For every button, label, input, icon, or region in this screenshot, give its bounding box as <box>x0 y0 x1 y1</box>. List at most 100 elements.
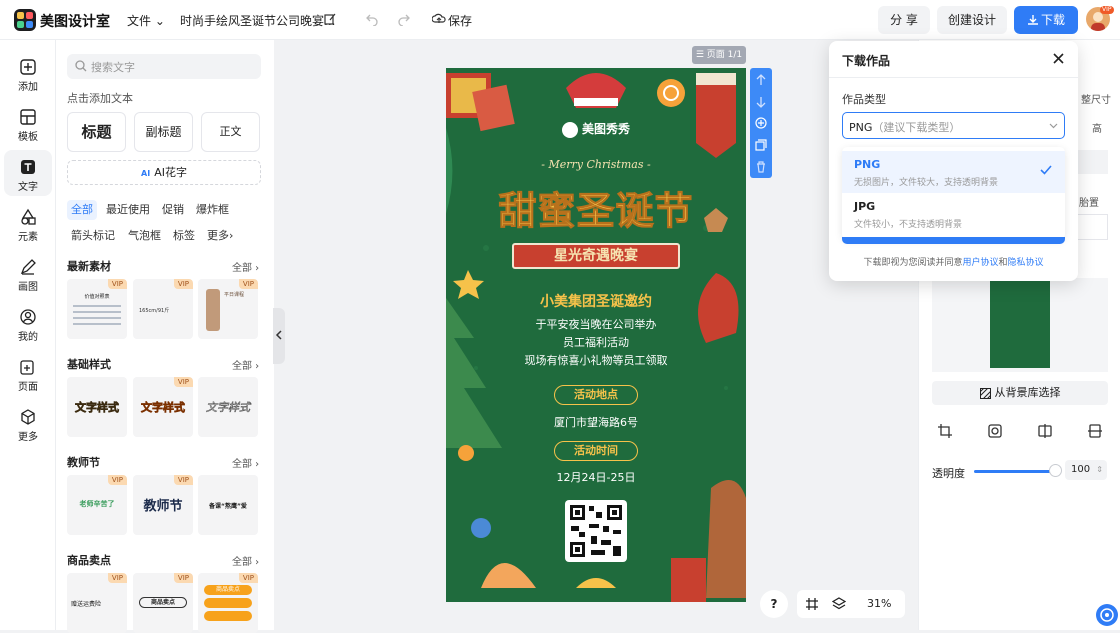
chip-recent[interactable]: 最近使用 <box>102 200 154 220</box>
create-design-button[interactable]: 创建设计 <box>937 6 1007 34</box>
ai-text-button[interactable]: AI AI花字 <box>67 160 261 185</box>
chip-all[interactable]: 全部 <box>67 200 97 220</box>
move-up-icon[interactable] <box>755 74 767 86</box>
rail-add[interactable]: 添加 <box>4 50 52 96</box>
edit-icon[interactable] <box>324 13 336 25</box>
style-thumb[interactable]: 文字样式 <box>67 377 127 437</box>
layers-icon[interactable] <box>832 597 846 611</box>
rail-template[interactable]: 模板 <box>4 100 52 146</box>
opacity-value: 100 <box>1071 464 1091 475</box>
undo-icon[interactable] <box>365 12 379 26</box>
rail-label: 我的 <box>18 332 38 343</box>
check-icon <box>1040 165 1052 175</box>
option-desc: 文件较小，不支持透明背景 <box>854 220 963 230</box>
download-button[interactable]: 下载 <box>1014 6 1078 34</box>
chip-promo[interactable]: 促销 <box>158 200 188 220</box>
style-thumb[interactable]: 文字样式 VIP <box>133 377 193 437</box>
material-thumb[interactable]: 价值对照表 VIP <box>67 279 127 339</box>
poster-line: 现场有惊喜小礼物等员工领取 <box>524 354 668 367</box>
agreement-and: 和 <box>998 258 1008 268</box>
hidden-field-partial[interactable] <box>1076 150 1108 174</box>
file-menu[interactable]: 文件 ⌄ <box>127 12 165 29</box>
move-down-icon[interactable] <box>755 96 767 108</box>
save-button[interactable]: 保存 <box>432 12 472 29</box>
rail-page[interactable]: 页面 <box>4 350 52 396</box>
add-title-button[interactable]: 标题 <box>67 112 126 152</box>
flip-vertical-icon[interactable] <box>1088 424 1102 438</box>
tool-rail: 添加 模板 文字 元素 画图 我的 页面 更多 <box>0 40 56 630</box>
poster-invite: 小美集团圣诞邀约 <box>540 294 652 310</box>
selling-point-thumb[interactable]: 商品卖点 VIP <box>198 573 258 633</box>
zoom-level[interactable]: 31% <box>867 597 891 610</box>
page-indicator-label: 页面 1/1 <box>706 50 743 60</box>
close-icon[interactable] <box>1053 53 1064 64</box>
poster-time: 12月24日-25日 <box>556 471 636 484</box>
delete-page-icon[interactable] <box>755 161 767 173</box>
add-page-icon <box>20 360 34 375</box>
add-text-hint: 点击添加文本 <box>67 92 133 105</box>
style-thumb[interactable]: 文字样式 <box>198 377 258 437</box>
user-agreement-link[interactable]: 用户协议 <box>962 258 998 268</box>
assistant-button[interactable] <box>1096 604 1118 626</box>
rail-mine[interactable]: 我的 <box>4 300 52 346</box>
poster-ribbon: 星光奇遇晚宴 <box>512 243 680 269</box>
flip-horizontal-icon[interactable] <box>1038 424 1052 438</box>
material-thumb[interactable]: 平日课程 VIP <box>198 279 258 339</box>
hidden-input-partial[interactable] <box>1076 214 1108 240</box>
add-subtitle-button[interactable]: 副标题 <box>134 112 193 152</box>
rail-more[interactable]: 更多 <box>4 400 52 446</box>
shapes-icon <box>21 208 36 225</box>
chip-more[interactable]: 更多› <box>203 226 237 246</box>
search-input[interactable]: 搜索文字 <box>67 54 261 79</box>
add-page-circle-icon[interactable] <box>755 117 767 129</box>
collapse-panel-handle[interactable] <box>273 308 285 364</box>
rail-text[interactable]: 文字 <box>4 150 52 196</box>
crop-icon[interactable] <box>938 424 952 438</box>
opacity-slider-handle[interactable] <box>1049 464 1062 477</box>
save-label: 保存 <box>448 14 473 28</box>
chip-burst[interactable]: 爆炸框 <box>192 200 233 220</box>
chip-tag[interactable]: 标签 <box>169 226 199 246</box>
option-jpg[interactable]: JPG 文件较小，不支持透明背景 <box>842 193 1065 235</box>
background-library-button[interactable]: 从背景库选择 <box>932 381 1108 405</box>
add-body-button[interactable]: 正文 <box>201 112 260 152</box>
redo-icon[interactable] <box>397 12 411 26</box>
thumb-text: 商品卖点 <box>204 585 252 595</box>
file-type-select[interactable]: PNG（建议下载类型） <box>842 112 1065 139</box>
rail-elements[interactable]: 元素 <box>4 200 52 246</box>
see-all-link[interactable]: 全部 › <box>232 357 259 372</box>
background-library-label: 从背景库选择 <box>994 386 1061 399</box>
option-png[interactable]: PNG 无损图片，文件较大，支持透明背景 <box>842 151 1065 193</box>
share-button[interactable]: 分 享 <box>878 6 930 34</box>
rail-draw[interactable]: 画图 <box>4 250 52 296</box>
copy-page-icon[interactable] <box>755 139 767 151</box>
poster-canvas[interactable]: 美图秀秀 - Merry Christmas - 甜蜜圣诞节 星光奇遇晚宴 小美… <box>446 68 746 602</box>
privacy-link[interactable]: 隐私协议 <box>1008 258 1044 268</box>
material-thumb[interactable]: 165cm/91斤 VIP <box>133 279 193 339</box>
chip-bubble[interactable]: 气泡框 <box>124 226 165 246</box>
app-logo[interactable] <box>14 9 36 31</box>
chip-more-label: 更多 <box>207 229 229 242</box>
teacher-thumb[interactable]: 教师节 VIP <box>133 475 193 535</box>
see-all-link[interactable]: 全部 › <box>232 553 259 568</box>
poster-brand-text: 美图秀秀 <box>581 122 630 136</box>
document-title[interactable]: 时尚手绘风圣诞节公司晚宴... <box>180 12 335 29</box>
page-indicator[interactable]: ☰ 页面 1/1 <box>692 46 746 64</box>
see-all-link[interactable]: 全部 › <box>232 259 259 274</box>
help-button[interactable]: ? <box>760 590 788 618</box>
grid-icon[interactable] <box>805 597 819 611</box>
teacher-thumb[interactable]: 备课“熬鹰”爱 <box>198 475 258 535</box>
selling-point-thumb[interactable]: 商品卖点 VIP <box>133 573 193 633</box>
confirm-download-button[interactable] <box>842 237 1065 244</box>
poster-line: 员工福利活动 <box>563 336 629 349</box>
thumb-text: 商品卖点 <box>139 597 187 608</box>
chip-arrow[interactable]: 箭头标记 <box>67 226 119 246</box>
rail-label: 更多 <box>18 432 38 443</box>
opacity-slider[interactable] <box>974 470 1054 473</box>
selling-point-thumb[interactable]: 赠送运费险 VIP <box>67 573 127 633</box>
background-preview[interactable] <box>932 278 1108 372</box>
opacity-input[interactable]: 100 ⇕ <box>1065 460 1107 480</box>
teacher-thumb[interactable]: 老师辛苦了 VIP <box>67 475 127 535</box>
see-all-link[interactable]: 全部 › <box>232 455 259 470</box>
filter-icon[interactable] <box>988 424 1002 438</box>
